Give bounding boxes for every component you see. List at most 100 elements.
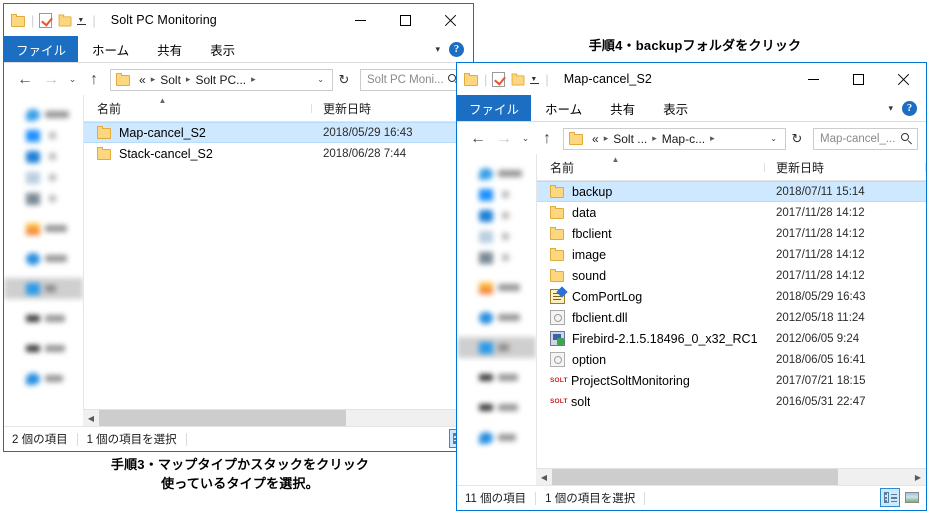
breadcrumb-item-current[interactable]: Solt PC... [192, 73, 249, 87]
refresh-button[interactable]: ↻ [333, 70, 355, 90]
scroll-track[interactable] [552, 469, 910, 485]
forward-button[interactable]: → [38, 67, 64, 93]
table-row[interactable]: sound 2017/11/28 14:12 [537, 265, 926, 286]
tab-file[interactable]: ファイル [4, 36, 79, 62]
tab-home[interactable]: ホーム [78, 36, 143, 62]
file-rows[interactable]: Map-cancel_S2 2018/05/29 16:43 Stack-can… [84, 122, 473, 409]
minimize-button[interactable] [791, 63, 836, 95]
nav-item-pc[interactable] [4, 278, 83, 299]
horizontal-scrollbar[interactable]: ◀ ▶ [536, 468, 926, 485]
nav-item-hdd[interactable] [457, 367, 536, 388]
row-name-cell[interactable]: SOLT solt [537, 395, 765, 409]
table-row[interactable]: fbclient.dll 2012/05/18 11:24 [537, 307, 926, 328]
help-icon[interactable]: ? [902, 100, 917, 116]
table-row[interactable]: Firebird-2.1.5.18496_0_x32_RC1 2012/06/0… [537, 328, 926, 349]
table-row[interactable]: SOLT ProjectSoltMonitoring 2017/07/21 18… [537, 370, 926, 391]
table-row[interactable]: image 2017/11/28 14:12 [537, 244, 926, 265]
breadcrumb-path[interactable]: « ▸ Solt ... ▸ Map-c... ▸ [589, 132, 764, 146]
chevron-down-icon[interactable]: ▾ [435, 44, 440, 55]
column-header-name[interactable]: 名前 [84, 100, 312, 117]
nav-item-drive-d[interactable] [457, 397, 536, 418]
nav-item-onedrive[interactable] [457, 307, 536, 328]
tab-share[interactable]: 共有 [143, 36, 196, 62]
scroll-left-arrow[interactable]: ◀ [536, 473, 552, 482]
ribbon-right-controls[interactable]: ▾ ? [888, 95, 926, 121]
window-controls[interactable] [791, 63, 926, 95]
breadcrumb-path[interactable]: « ▸ Solt ▸ Solt PC... ▸ [136, 73, 311, 87]
row-name-cell[interactable]: sound [537, 269, 765, 283]
help-icon[interactable]: ? [449, 41, 464, 57]
row-name-cell[interactable]: fbclient [537, 227, 765, 241]
scroll-track[interactable] [99, 410, 473, 426]
maximize-button[interactable] [383, 4, 428, 36]
table-row[interactable]: backup 2018/07/11 15:14 [537, 181, 926, 202]
table-row[interactable]: data 2017/11/28 14:12 [537, 202, 926, 223]
table-row[interactable]: Stack-cancel_S2 2018/06/28 7:44 [84, 143, 473, 164]
row-name-cell[interactable]: ComPortLog [537, 286, 765, 304]
table-row[interactable]: Map-cancel_S2 2018/05/29 16:43 [84, 122, 473, 143]
breadcrumb-item-solt[interactable]: Solt ... [610, 132, 650, 146]
row-name-cell[interactable]: Map-cancel_S2 [84, 126, 312, 140]
properties-icon[interactable] [492, 71, 507, 87]
row-name-cell[interactable]: Firebird-2.1.5.18496_0_x32_RC1 [537, 331, 765, 346]
breadcrumb-overflow[interactable]: « [136, 73, 149, 87]
row-name-cell[interactable]: Stack-cancel_S2 [84, 147, 312, 161]
address-bar[interactable]: ← → ⌄ ↑ « ▸ Solt ▸ Solt PC... ▸ ⌄ ↻ Solt… [4, 63, 473, 96]
nav-item-network[interactable] [457, 427, 536, 448]
close-button[interactable] [881, 63, 926, 95]
nav-item-quick-access[interactable] [457, 163, 536, 184]
row-name-cell[interactable]: SOLT ProjectSoltMonitoring [537, 374, 765, 388]
column-header-date[interactable]: 更新日時 [765, 159, 926, 176]
minimize-button[interactable] [338, 4, 383, 36]
recent-locations-icon[interactable]: ⌄ [64, 67, 81, 93]
breadcrumb[interactable]: « ▸ Solt ... ▸ Map-c... ▸ ⌄ [563, 127, 786, 150]
breadcrumb-item-solt[interactable]: Solt [157, 73, 184, 87]
nav-item-documents[interactable] [457, 226, 536, 247]
nav-item-documents[interactable] [4, 167, 83, 188]
scroll-thumb[interactable] [99, 410, 346, 426]
scroll-right-arrow[interactable]: ▶ [910, 473, 926, 482]
nav-item-pc[interactable] [457, 337, 536, 358]
nav-item-network[interactable] [4, 368, 83, 389]
row-name-cell[interactable]: option [537, 352, 765, 367]
search-input[interactable]: Solt PC Moni... [360, 68, 465, 91]
back-button[interactable]: ← [465, 126, 491, 152]
properties-icon[interactable] [39, 12, 54, 28]
nav-item-pictures[interactable] [4, 188, 83, 209]
address-bar[interactable]: ← → ⌄ ↑ « ▸ Solt ... ▸ Map-c... ▸ ⌄ ↻ Ma… [457, 122, 926, 155]
nav-item-desktop[interactable] [4, 125, 83, 146]
up-button[interactable]: ↑ [534, 126, 560, 152]
chevron-down-icon[interactable]: ▾ [888, 103, 893, 114]
nav-item-creative-cloud[interactable] [457, 277, 536, 298]
customize-caret-icon[interactable] [77, 15, 87, 27]
column-header-name[interactable]: 名前 [537, 159, 765, 176]
nav-item-quick-access[interactable] [4, 104, 83, 125]
row-name-cell[interactable]: data [537, 206, 765, 220]
table-row[interactable]: SOLT solt 2016/05/31 22:47 [537, 391, 926, 412]
maximize-button[interactable] [836, 63, 881, 95]
tab-file[interactable]: ファイル [457, 95, 532, 121]
row-name-cell[interactable]: fbclient.dll [537, 310, 765, 325]
scroll-thumb[interactable] [552, 469, 839, 485]
breadcrumb[interactable]: « ▸ Solt ▸ Solt PC... ▸ ⌄ [110, 68, 333, 91]
window-controls[interactable] [338, 4, 473, 36]
tab-view[interactable]: 表示 [196, 36, 249, 62]
nav-item-hdd[interactable] [4, 308, 83, 329]
column-headers[interactable]: ▲ 名前 更新日時 [84, 95, 473, 122]
breadcrumb-dropdown-icon[interactable]: ⌄ [764, 134, 783, 143]
nav-item-desktop[interactable] [457, 184, 536, 205]
folder-icon[interactable] [11, 13, 26, 27]
tiles-view-button[interactable] [902, 488, 922, 507]
file-rows[interactable]: backup 2018/07/11 15:14 data 2017/11/28 … [537, 181, 926, 468]
horizontal-scrollbar[interactable]: ◀ [83, 409, 473, 426]
breadcrumb-dropdown-icon[interactable]: ⌄ [311, 75, 330, 84]
breadcrumb-item-current[interactable]: Map-c... [659, 132, 708, 146]
view-buttons[interactable] [880, 488, 922, 507]
explorer-window-map-cancel-s2[interactable]: | | Map-cancel_S2 ファイル ホーム 共有 表示 ▾ ? ← →… [456, 62, 927, 511]
table-row[interactable]: ComPortLog 2018/05/29 16:43 [537, 286, 926, 307]
column-headers[interactable]: ▲ 名前 更新日時 [537, 154, 926, 181]
row-name-cell[interactable]: backup [537, 185, 765, 199]
new-folder-icon[interactable] [58, 14, 73, 26]
ribbon-tabs[interactable]: ファイル ホーム 共有 表示 ▾ ? [4, 36, 473, 63]
folder-icon[interactable] [464, 72, 479, 86]
